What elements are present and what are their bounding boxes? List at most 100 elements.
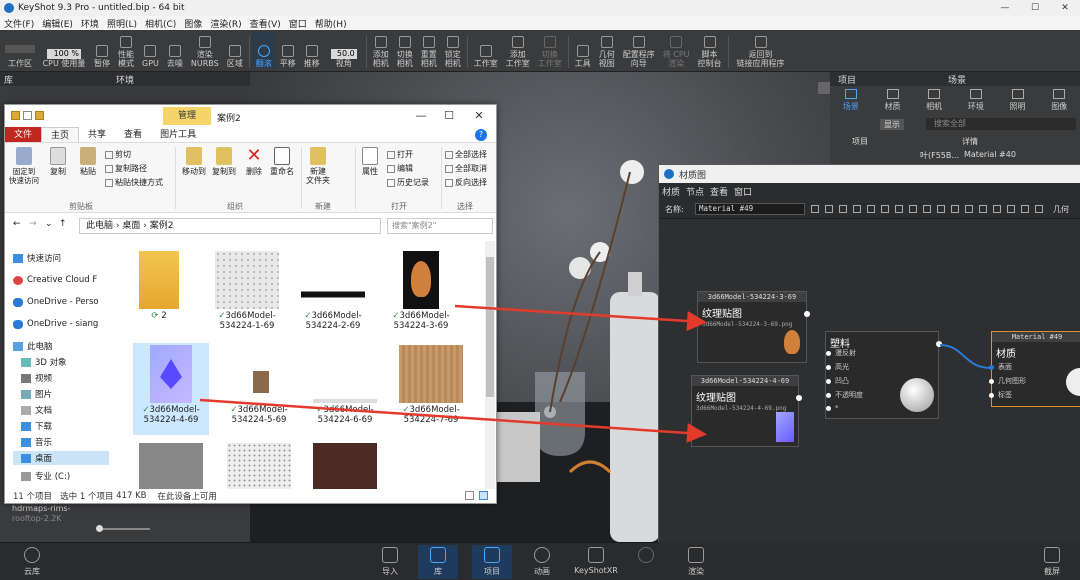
- tab-lighting[interactable]: 照明: [997, 86, 1039, 114]
- script-console-button[interactable]: 脚本 控制台: [694, 32, 726, 68]
- thumb-size-slider[interactable]: [100, 528, 150, 530]
- copy-to-button[interactable]: 复制到: [209, 147, 239, 176]
- show-filter[interactable]: 显示: [880, 119, 904, 130]
- file-item[interactable]: ✓3d66Model-534224-7-69: [393, 343, 469, 435]
- nav-documents[interactable]: 文档: [21, 403, 52, 417]
- pan-button[interactable]: 平移: [276, 32, 300, 68]
- file-item[interactable]: [133, 441, 209, 489]
- frame-icon[interactable]: [895, 205, 903, 213]
- switch-camera-button[interactable]: 切换 相机: [393, 32, 417, 68]
- lock-camera-button[interactable]: 锁定 相机: [441, 32, 465, 68]
- nav-videos[interactable]: 视频: [21, 371, 52, 385]
- geometry-view-button[interactable]: 几何 视图: [595, 32, 619, 68]
- tumble-button[interactable]: 翻滚: [251, 32, 276, 68]
- cloud-library-button[interactable]: 云库: [12, 547, 52, 577]
- file-list-scrollbar[interactable]: [485, 241, 495, 489]
- breadcrumb-desktop[interactable]: 桌面: [122, 221, 140, 231]
- fps-value[interactable]: 50.0: [330, 49, 357, 59]
- distribute-icon[interactable]: [867, 205, 875, 213]
- nav-drive-c[interactable]: 专业 (C:): [21, 469, 70, 483]
- collapse-icon[interactable]: [1021, 205, 1029, 213]
- minimize-button[interactable]: —: [990, 0, 1020, 16]
- node-list-icon[interactable]: [1035, 205, 1043, 213]
- add-studio-button[interactable]: 添加 工作室: [502, 32, 534, 68]
- maximize-button[interactable]: ☐: [1020, 0, 1050, 16]
- workspace-button[interactable]: 工作区: [2, 32, 38, 68]
- return-linked-app-button[interactable]: 返回到 链接应用程序: [731, 32, 791, 68]
- geometry-node-button[interactable]: 几何: [1053, 204, 1069, 215]
- scene-row[interactable]: 叶(F55B... Material #40: [846, 150, 1076, 162]
- settings-icon[interactable]: [881, 205, 889, 213]
- animation-button[interactable]: 动画: [522, 547, 562, 577]
- cut-button[interactable]: 剪切: [105, 149, 131, 160]
- save-icon[interactable]: [811, 205, 819, 213]
- recent-icon[interactable]: ⌄: [45, 219, 53, 229]
- dolly-button[interactable]: 推移: [300, 32, 324, 68]
- delete-node-icon[interactable]: [909, 205, 917, 213]
- file-item[interactable]: [307, 441, 383, 489]
- material-name-input[interactable]: Material #49: [695, 203, 805, 215]
- tab-camera[interactable]: 相机: [913, 86, 955, 114]
- new-folder-icon[interactable]: [35, 111, 44, 120]
- screenshot-button[interactable]: 截屏: [1032, 547, 1072, 577]
- nav-pictures[interactable]: 图片: [21, 387, 52, 401]
- tab-file[interactable]: 文件: [5, 127, 42, 142]
- cpu-usage-control[interactable]: 100 % CPU 使用量: [38, 32, 90, 68]
- zoom-icon[interactable]: [1007, 205, 1015, 213]
- library-button[interactable]: 库: [418, 545, 458, 579]
- pause-button[interactable]: 暂停: [90, 32, 114, 68]
- file-item[interactable]: ✓3d66Model-534224-2-69: [295, 249, 371, 341]
- menu-view[interactable]: 查看(V): [246, 17, 285, 30]
- reset-camera-button[interactable]: 重置 相机: [417, 32, 441, 68]
- tools-button[interactable]: 工具: [571, 32, 595, 68]
- select-none-button[interactable]: 全部取消: [445, 163, 487, 174]
- studio-button[interactable]: 工作室: [470, 32, 502, 68]
- rename-button[interactable]: 重命名: [267, 147, 297, 176]
- nav-this-pc[interactable]: 此电脑: [13, 339, 53, 353]
- help-icon[interactable]: ?: [475, 129, 487, 141]
- menu-edit[interactable]: 编辑(E): [38, 17, 77, 30]
- switch-studio-button[interactable]: 切换 工作室: [534, 32, 566, 68]
- copy-button[interactable]: 复制: [43, 147, 73, 176]
- grid-icon[interactable]: [825, 205, 833, 213]
- invert-selection-button[interactable]: 反向选择: [445, 177, 487, 188]
- import-button[interactable]: 导入: [370, 547, 410, 577]
- properties-button[interactable]: 属性: [355, 147, 385, 176]
- breadcrumb-this-pc[interactable]: 此电脑: [86, 221, 113, 231]
- pin-quick-access-button[interactable]: 固定到 快速访问: [9, 147, 39, 185]
- menu-window[interactable]: 窗口: [731, 185, 755, 198]
- menu-environment[interactable]: 环境: [77, 17, 103, 30]
- preview-icon[interactable]: [979, 205, 987, 213]
- copy-node-icon[interactable]: [923, 205, 931, 213]
- manage-tab[interactable]: 管理: [163, 107, 211, 125]
- thumb-size-slider-handle[interactable]: [96, 525, 103, 532]
- breadcrumb-case2[interactable]: 案例2: [150, 221, 174, 231]
- delete-button[interactable]: ✕ 删除: [239, 147, 269, 177]
- configurator-wizard-button[interactable]: 配置程序 向导: [619, 32, 659, 68]
- ungroup-icon[interactable]: [965, 205, 973, 213]
- open-button[interactable]: 打开: [387, 149, 413, 160]
- file-item[interactable]: ✓3d66Model-534224-1-69: [209, 249, 285, 341]
- nav-quick-access[interactable]: 快速访问: [13, 251, 61, 265]
- nav-music[interactable]: 音乐: [21, 435, 52, 449]
- denoise-button[interactable]: 去噪: [163, 32, 187, 68]
- tab-environment[interactable]: 环境: [955, 86, 997, 114]
- nav-onedrive-personal[interactable]: OneDrive - Perso: [13, 295, 99, 309]
- address-bar[interactable]: 此电脑 › 桌面 › 案例2: [79, 218, 381, 234]
- add-camera-button[interactable]: 添加 相机: [369, 32, 393, 68]
- menu-camera[interactable]: 相机(C): [141, 17, 180, 30]
- zoom-value[interactable]: 100 %: [47, 49, 81, 59]
- project-button[interactable]: 项目: [472, 545, 512, 579]
- tab-view[interactable]: 查看: [115, 127, 151, 142]
- explorer-minimize-button[interactable]: —: [407, 108, 435, 124]
- file-item[interactable]: ✓3d66Model-534224-6-69: [307, 343, 383, 435]
- menu-node[interactable]: 节点: [683, 185, 707, 198]
- explorer-close-button[interactable]: ✕: [465, 108, 493, 124]
- paste-shortcut-button[interactable]: 粘贴快捷方式: [105, 177, 163, 188]
- layout-icon[interactable]: [839, 205, 847, 213]
- group-icon[interactable]: [951, 205, 959, 213]
- explorer-maximize-button[interactable]: ☐: [435, 108, 463, 124]
- paste-node-icon[interactable]: [937, 205, 945, 213]
- fit-icon[interactable]: [993, 205, 1001, 213]
- history-button[interactable]: 历史记录: [387, 177, 429, 188]
